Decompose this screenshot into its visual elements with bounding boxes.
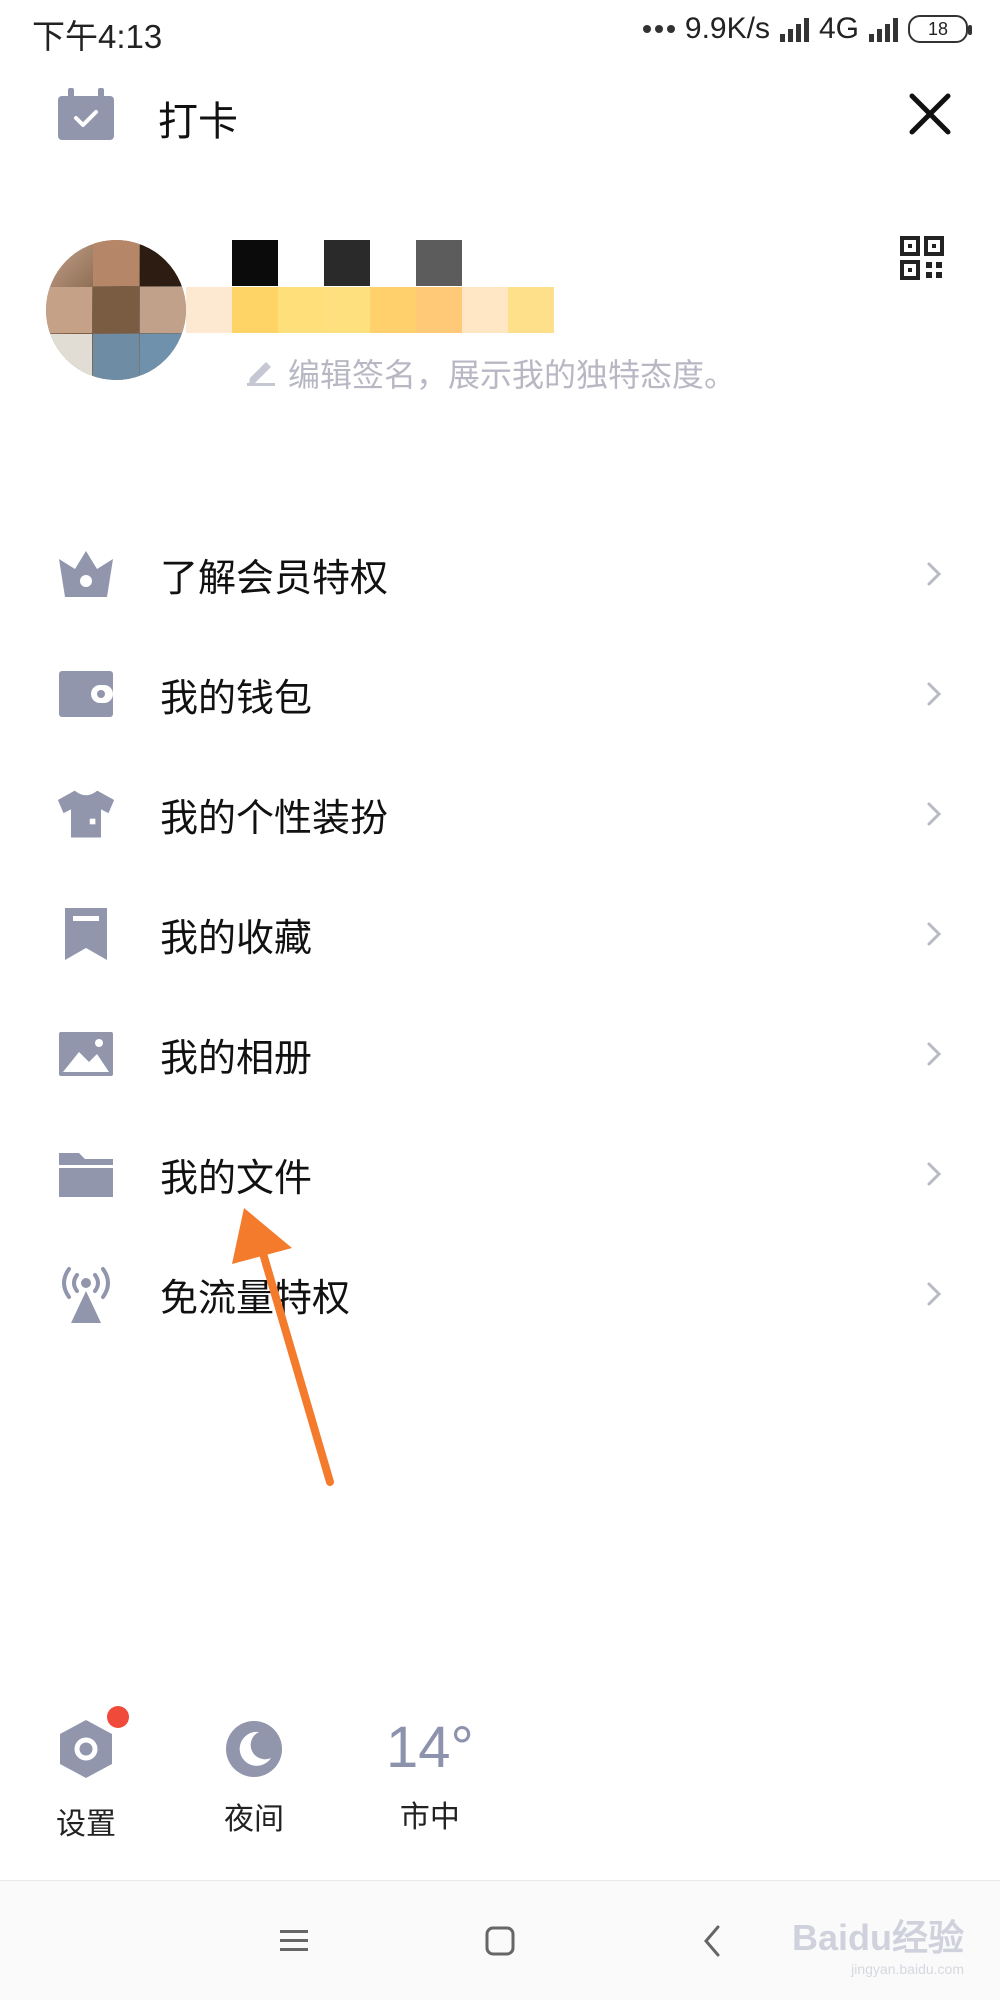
menu-item-free-data[interactable]: 免流量特权 xyxy=(0,1234,1000,1354)
crown-icon xyxy=(56,544,116,604)
back-nav-button[interactable] xyxy=(688,1917,736,1965)
settings-button[interactable]: 设置 xyxy=(56,1706,129,1843)
battery-icon: 18 xyxy=(908,15,972,43)
baidu-watermark: Baidu经验 jingyan.baidu.com xyxy=(792,1909,964,1977)
menu-item-personal-themes[interactable]: 我的个性装扮 xyxy=(0,754,1000,874)
avatar[interactable] xyxy=(46,240,186,380)
chevron-right-icon xyxy=(927,922,942,946)
menu-icon xyxy=(280,1930,308,1951)
chevron-right-icon xyxy=(927,562,942,586)
navigation-bar: Baidu经验 jingyan.baidu.com xyxy=(0,1880,1000,2000)
qr-code-icon xyxy=(900,236,944,280)
home-square-icon xyxy=(485,1926,515,1956)
notification-badge xyxy=(107,1706,129,1728)
checkin-button[interactable]: 打卡 xyxy=(56,88,238,147)
menu-label: 我的收藏 xyxy=(160,917,313,960)
antenna-icon xyxy=(56,1264,116,1324)
qr-code-button[interactable] xyxy=(900,236,944,280)
photo-icon xyxy=(56,1024,116,1084)
menu-label: 我的个性装扮 xyxy=(160,797,389,840)
menu-label: 我的文件 xyxy=(160,1157,313,1200)
chevron-right-icon xyxy=(927,1042,942,1066)
menu-item-vip-privileges[interactable]: 了解会员特权 xyxy=(0,514,1000,634)
chevron-right-icon xyxy=(927,802,942,826)
signal-icon xyxy=(779,16,809,42)
menu-label: 免流量特权 xyxy=(160,1277,351,1320)
menu-item-files[interactable]: 我的文件 xyxy=(0,1114,1000,1234)
checkin-label: 打卡 xyxy=(158,99,238,144)
watermark-brand: Baidu经验 xyxy=(791,1917,964,1958)
weather-widget[interactable]: 14° 市中 xyxy=(386,1718,474,1836)
weather-temperature: 14° xyxy=(386,1715,474,1780)
net-speed: 9.9K/s xyxy=(684,12,770,45)
back-chevron-icon xyxy=(704,1925,720,1957)
settings-label: 设置 xyxy=(56,1808,116,1841)
signal-icon-2 xyxy=(869,16,898,42)
folder-icon xyxy=(56,1144,116,1204)
chevron-right-icon xyxy=(927,1282,942,1306)
status-indicators: 9.9K/s 4G 18 xyxy=(642,12,972,46)
menu-label: 我的相册 xyxy=(160,1037,313,1080)
night-mode-button[interactable]: 夜间 xyxy=(224,1718,284,1838)
signature-placeholder: 编辑签名，展示我的独特态度。 xyxy=(288,357,737,393)
moon-icon xyxy=(226,1721,282,1777)
pen-icon xyxy=(244,352,278,394)
settings-hexagon-icon xyxy=(60,1720,112,1778)
close-icon xyxy=(909,93,951,135)
bookmark-icon xyxy=(56,904,116,964)
chevron-right-icon xyxy=(927,1162,942,1186)
status-time: 下午4:13 xyxy=(32,18,163,55)
menu-item-album[interactable]: 我的相册 xyxy=(0,994,1000,1114)
menu-item-wallet[interactable]: 我的钱包 xyxy=(0,634,1000,754)
wallet-icon xyxy=(56,664,116,724)
menu-item-favorites[interactable]: 我的收藏 xyxy=(0,874,1000,994)
menu-list: 了解会员特权 我的钱包 我的个性装扮 我的收藏 我的相册 我的文件 免流量特权 xyxy=(0,514,1000,1354)
calendar-check-icon xyxy=(56,88,116,147)
shirt-icon xyxy=(56,784,116,844)
night-label: 夜间 xyxy=(224,1803,284,1836)
weather-city: 市中 xyxy=(399,1801,460,1834)
more-dots-icon xyxy=(642,25,675,33)
battery-level: 18 xyxy=(927,18,949,39)
watermark-url: jingyan.baidu.com xyxy=(851,1961,964,1977)
chevron-right-icon xyxy=(927,682,942,706)
status-bar: 下午4:13 9.9K/s 4G 18 xyxy=(0,0,1000,64)
menu-nav-button[interactable] xyxy=(270,1917,318,1965)
network-type: 4G xyxy=(818,12,859,45)
menu-label: 我的钱包 xyxy=(160,677,313,720)
signature-field[interactable]: 编辑签名，展示我的独特态度。 xyxy=(244,350,736,396)
close-button[interactable] xyxy=(900,84,960,144)
username-obscured xyxy=(186,240,556,333)
home-nav-button[interactable] xyxy=(476,1917,524,1965)
menu-label: 了解会员特权 xyxy=(160,557,389,600)
